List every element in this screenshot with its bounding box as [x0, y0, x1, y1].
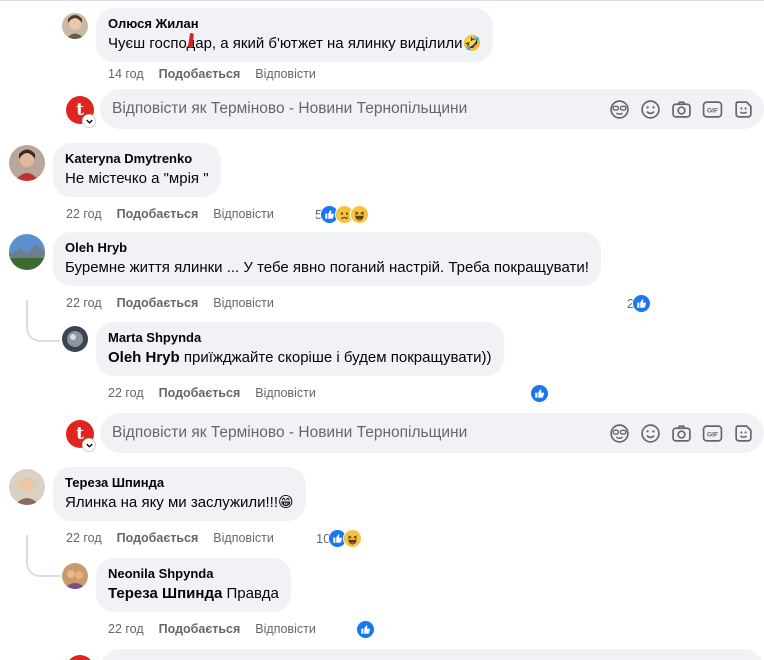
chevron-down-icon[interactable] [82, 438, 96, 452]
emoji-icon[interactable] [640, 423, 661, 444]
comment-text: Буремне життя ялинки ... У тебе явно пог… [65, 259, 589, 276]
like-button[interactable]: Подобається [159, 67, 241, 81]
comment-author[interactable]: Neonila Shpynda [108, 566, 279, 582]
reply-placeholder: Відповісти як Терміново - Новини Тернопі… [112, 424, 468, 441]
page-avatar[interactable]: t [66, 420, 98, 452]
comment-time[interactable]: 22 год [108, 622, 144, 636]
page-logo [66, 655, 94, 660]
comment-time[interactable]: 22 год [66, 531, 102, 545]
comment-text-body: приїжджайте скоріше і будем покращувати)… [179, 349, 492, 366]
reply-tools: GIF [609, 423, 764, 444]
reply-button[interactable]: Відповісти [213, 207, 274, 221]
reply-button[interactable]: Відповісти [255, 67, 316, 81]
comment-text: Чуєш госп​одар, а який б'ютжет на ялинку… [108, 34, 481, 54]
reply-input[interactable]: Відповісти як Терміново - Новини Тернопі… [100, 89, 764, 129]
like-button[interactable]: Подобається [117, 207, 199, 221]
mention-link[interactable]: Тереза Шпинда [108, 585, 222, 602]
comment-text: Не містечко а "мрія " [65, 170, 209, 187]
comment-text: Oleh Hryb приїжджайте скоріше і будем по… [108, 348, 492, 368]
comment-actions: 22 год Подобається Відповісти [66, 206, 289, 222]
reactions-summary[interactable]: 2 [627, 293, 652, 313]
comment-actions: 14 год Подобається Відповісти [108, 66, 331, 82]
page-avatar[interactable]: t [66, 96, 98, 128]
like-button[interactable]: Подобається [117, 531, 199, 545]
reactions-summary[interactable]: 10 [316, 528, 363, 548]
thread-connector [26, 300, 60, 342]
avatar[interactable] [9, 234, 45, 270]
reply-button[interactable]: Відповісти [213, 296, 274, 310]
like-reaction-icon [530, 383, 549, 403]
like-button[interactable]: Подобається [117, 296, 199, 310]
gif-icon[interactable]: GIF [702, 423, 723, 444]
reactions-summary[interactable] [356, 619, 375, 639]
comment-text: Тереза Шпинда Правда [108, 584, 279, 604]
comment-time[interactable]: 22 год [108, 386, 144, 400]
comment-actions: 22 год Подобається Відповісти [108, 385, 331, 401]
like-reaction-icon [356, 619, 375, 639]
grin-emoji: 😁 [278, 494, 294, 511]
comment-text: Ялинка на яку ми заслужили!!!😁 [65, 493, 294, 513]
page-avatar[interactable] [66, 655, 98, 660]
comment-time[interactable]: 22 год [66, 207, 102, 221]
comment-bubble: Oleh Hryb Буремне життя ялинки ... У теб… [53, 232, 601, 286]
reply-tools: GIF [609, 99, 764, 120]
chevron-down-icon[interactable] [82, 114, 96, 128]
top-divider [0, 0, 764, 1]
gif-label: GIF [707, 431, 718, 438]
comment-bubble: Олюся Жилан Чуєш госп​одар, а який б'ютж… [96, 8, 494, 62]
reactions-summary[interactable] [530, 383, 549, 403]
like-reaction-icon [632, 293, 652, 313]
avatar-sticker-icon[interactable] [609, 99, 630, 120]
avatar[interactable] [9, 469, 45, 505]
avatar-sticker-icon[interactable] [609, 423, 630, 444]
reply-button[interactable]: Відповісти [255, 386, 316, 400]
comment-time[interactable]: 14 год [108, 67, 144, 81]
haha-reaction-icon [350, 204, 370, 224]
comment-author[interactable]: Oleh Hryb [65, 240, 589, 256]
comment-bubble: Neonila Shpynda Тереза Шпинда Правда [96, 558, 291, 612]
comment-actions: 22 год Подобається Відповісти [66, 530, 289, 546]
gif-icon[interactable]: GIF [702, 99, 723, 120]
reply-input[interactable]: Відповісти як Терміново - Новини Тернопі… [100, 413, 764, 453]
comment-author[interactable]: Kateryna Dmytrenko [65, 151, 209, 167]
sticker-icon[interactable] [733, 423, 754, 444]
reactions-summary[interactable]: 5 [315, 204, 370, 224]
comment-bubble: Тереза Шпинда Ялинка на яку ми заслужили… [53, 467, 306, 521]
camera-icon[interactable] [671, 423, 692, 444]
emoji-icon[interactable] [640, 99, 661, 120]
like-button[interactable]: Подобається [159, 386, 241, 400]
comment-bubble: Marta Shpynda Oleh Hryb приїжджайте скор… [96, 322, 504, 376]
comment-text-body: Ялинка на яку ми заслужили!!! [65, 494, 279, 511]
comment-text-body: Правда [222, 585, 279, 602]
comment-author[interactable]: Олюся Жилан [108, 16, 481, 32]
like-button[interactable]: Подобається [159, 622, 241, 636]
thread-connector [26, 535, 60, 577]
reply-button[interactable]: Відповісти [213, 531, 274, 545]
avatar[interactable] [62, 326, 88, 352]
rofl-emoji: 🤣 [462, 35, 482, 52]
reply-button[interactable]: Відповісти [255, 622, 316, 636]
reply-input[interactable] [100, 649, 764, 660]
reply-placeholder: Відповісти як Терміново - Новини Тернопі… [112, 100, 468, 117]
avatar[interactable] [9, 145, 45, 181]
avatar[interactable] [62, 13, 88, 39]
camera-icon[interactable] [671, 99, 692, 120]
comment-bubble: Kateryna Dmytrenko Не містечко а "мрія " [53, 143, 221, 197]
comment-actions: 22 год Подобається Відповісти [66, 295, 289, 311]
comment-author[interactable]: Marta Shpynda [108, 330, 492, 346]
avatar[interactable] [62, 563, 88, 589]
comment-actions: 22 год Подобається Відповісти [108, 621, 331, 637]
haha-reaction-icon [343, 528, 363, 548]
comment-time[interactable]: 22 год [66, 296, 102, 310]
sticker-icon[interactable] [733, 99, 754, 120]
comment-author[interactable]: Тереза Шпинда [65, 475, 294, 491]
comment-text-body: Чуєш госп​одар, а який б'ютжет на ялинку… [108, 35, 463, 52]
mention-link[interactable]: Oleh Hryb [108, 349, 180, 366]
gif-label: GIF [707, 107, 718, 114]
